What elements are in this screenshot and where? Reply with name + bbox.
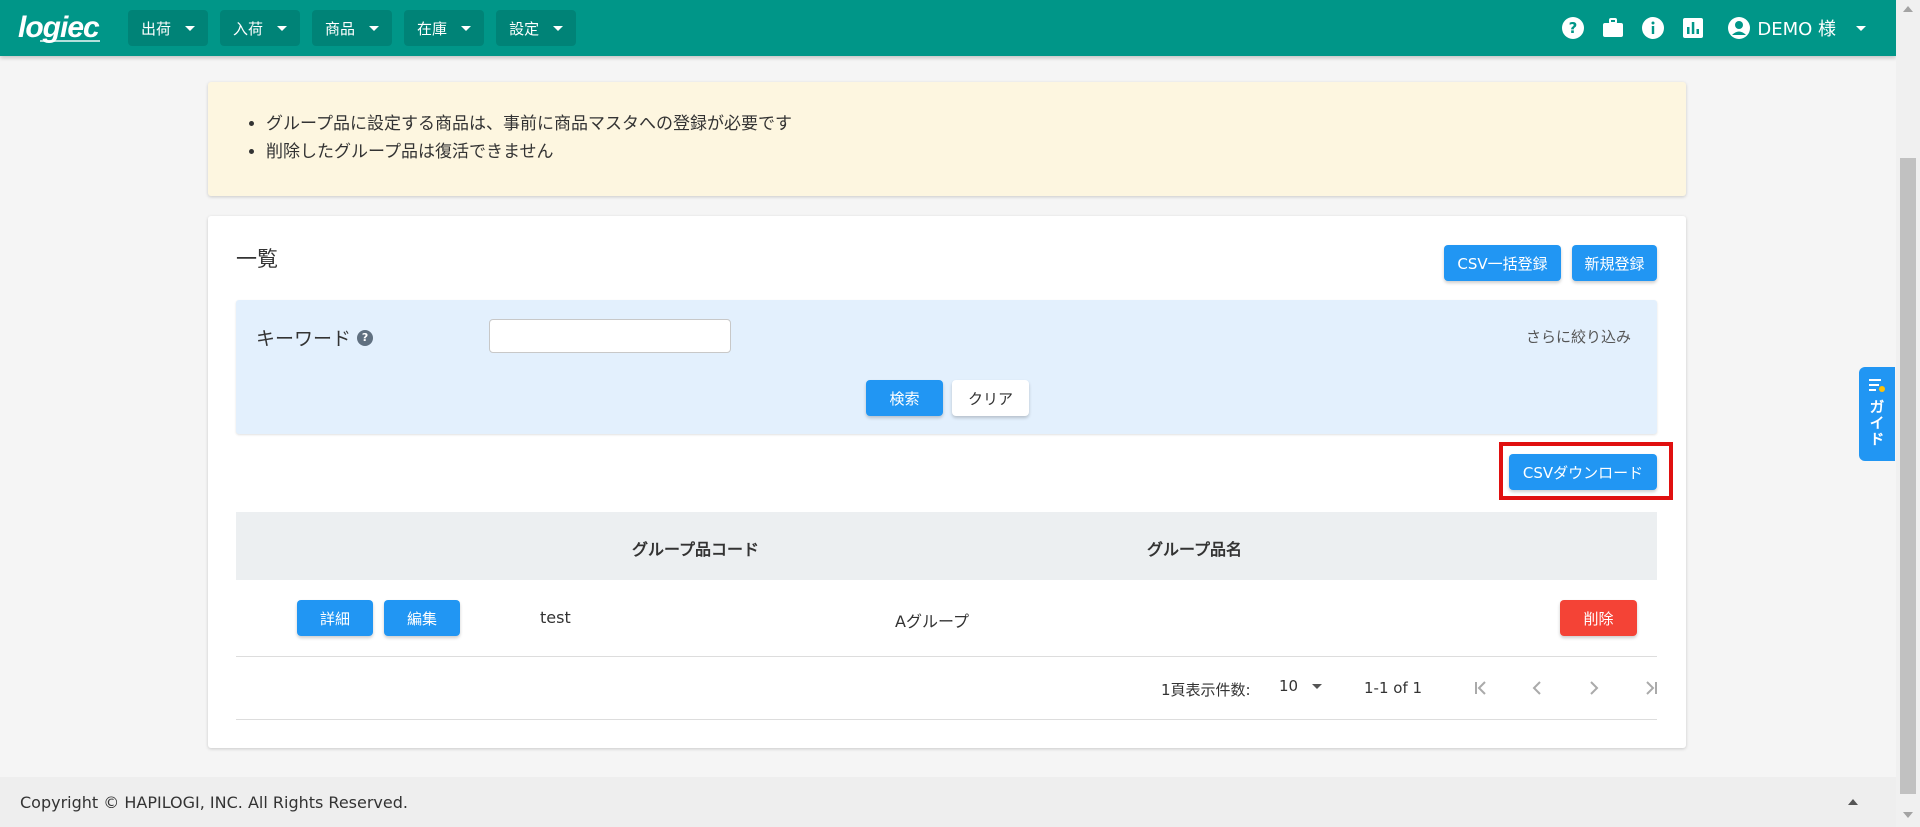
keyword-input[interactable]: [489, 319, 731, 353]
detail-button[interactable]: 詳細: [297, 600, 373, 636]
search-button[interactable]: 検索: [866, 380, 943, 416]
help-icon[interactable]: ?: [1561, 16, 1585, 40]
column-header-code[interactable]: グループ品コード: [632, 536, 759, 560]
group-name-cell: Aグループ: [895, 612, 969, 631]
vertical-scrollbar[interactable]: [1896, 0, 1920, 827]
keyword-label-group: キーワード ?: [256, 324, 374, 351]
table-row: 詳細 編集 test Aグループ 削除: [236, 580, 1657, 657]
chevron-down-icon: [461, 25, 472, 31]
per-page-label: 1頁表示件数:: [1161, 681, 1251, 699]
scroll-down-icon[interactable]: [1903, 812, 1913, 818]
csv-bulk-register-button[interactable]: CSV一括登録: [1444, 245, 1561, 281]
list-card: 一覧 CSV一括登録 新規登録 キーワード ? さらに絞り込み 検索 クリア C…: [208, 216, 1686, 748]
help-icon[interactable]: ?: [357, 329, 374, 346]
group-product-table: グループ品コード グループ品名 詳細 編集 test Aグループ 削除 1頁表示…: [236, 512, 1657, 720]
briefcase-icon[interactable]: [1601, 16, 1625, 40]
guide-tab[interactable]: ガイド: [1859, 367, 1895, 461]
nav-label: 出荷: [141, 19, 172, 38]
guide-icon: [1869, 379, 1885, 392]
copyright-text: Copyright © HAPILOGI, INC. All Rights Re…: [20, 793, 408, 812]
notice-item: 削除したグループ品は復活できません: [266, 138, 1686, 166]
nav-receiving[interactable]: 入荷: [220, 10, 301, 46]
chevron-down-icon: [277, 25, 288, 31]
column-header-name[interactable]: グループ品名: [1147, 536, 1242, 560]
keyword-label: キーワード: [256, 328, 352, 350]
chevron-down-icon: [553, 25, 564, 31]
clear-button[interactable]: クリア: [952, 380, 1029, 416]
logo[interactable]: logiec: [18, 10, 110, 46]
new-register-button[interactable]: 新規登録: [1572, 245, 1657, 281]
nav-products[interactable]: 商品: [312, 10, 393, 46]
top-app-bar: logiec 出荷 入荷 商品 在庫 設定 ? DEMO 様: [0, 0, 1896, 56]
last-page-icon[interactable]: [1638, 675, 1664, 701]
prev-page-icon[interactable]: [1524, 675, 1550, 701]
advanced-filter-link[interactable]: さらに絞り込み: [1526, 326, 1631, 347]
svg-text:?: ?: [1569, 19, 1578, 37]
notice-panel: グループ品に設定する商品は、事前に商品マスタへの登録が必要です 削除したグループ…: [208, 82, 1686, 196]
next-page-icon[interactable]: [1581, 675, 1607, 701]
nav-shipping[interactable]: 出荷: [128, 10, 209, 46]
scroll-thumb[interactable]: [1900, 158, 1916, 794]
nav-label: 在庫: [417, 19, 448, 38]
scroll-to-top-icon[interactable]: [1848, 799, 1858, 805]
nav-label: 商品: [325, 19, 356, 38]
user-menu[interactable]: DEMO 様: [1727, 15, 1866, 41]
per-page-value: 10: [1279, 677, 1299, 695]
group-code-cell: test: [540, 608, 571, 627]
chevron-down-icon: [185, 25, 196, 31]
nav-inventory[interactable]: 在庫: [404, 10, 485, 46]
chevron-down-icon: [1856, 25, 1866, 31]
notice-item: グループ品に設定する商品は、事前に商品マスタへの登録が必要です: [266, 110, 1686, 138]
bar-chart-icon[interactable]: [1681, 16, 1705, 40]
guide-label: ガイド: [1867, 399, 1886, 447]
footer: Copyright © HAPILOGI, INC. All Rights Re…: [0, 777, 1896, 827]
user-name: DEMO 様: [1757, 19, 1836, 40]
table-header: グループ品コード グループ品名: [236, 512, 1657, 580]
account-icon: [1728, 17, 1751, 39]
nav-label: 設定: [509, 19, 540, 38]
highlight-box: [1499, 442, 1673, 500]
delete-button[interactable]: 削除: [1560, 600, 1637, 636]
nav-label: 入荷: [233, 19, 264, 38]
page-title: 一覧: [236, 247, 278, 271]
scroll-up-icon[interactable]: [1903, 6, 1913, 12]
first-page-icon[interactable]: [1468, 675, 1494, 701]
page-range: 1-1 of 1: [1364, 679, 1423, 697]
info-icon[interactable]: [1641, 16, 1665, 40]
pagination: 1頁表示件数: 10 1-1 of 1: [236, 657, 1657, 720]
chevron-down-icon: [369, 25, 380, 31]
per-page-select[interactable]: 10: [1279, 677, 1323, 695]
nav-settings[interactable]: 設定: [496, 10, 577, 46]
edit-button[interactable]: 編集: [384, 600, 460, 636]
chevron-down-icon: [1312, 683, 1323, 689]
search-filter-panel: キーワード ? さらに絞り込み 検索 クリア: [236, 300, 1657, 434]
main-nav: 出荷 入荷 商品 在庫 設定: [128, 10, 577, 46]
header-actions: ? DEMO 様: [1561, 0, 1866, 56]
